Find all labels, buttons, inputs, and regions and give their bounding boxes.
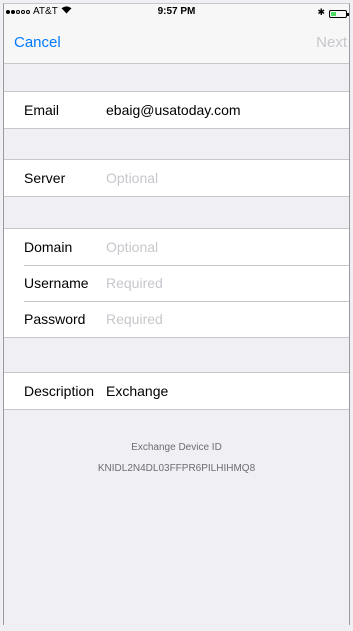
navigation-bar: Cancel Next [4,20,349,64]
domain-label: Domain [24,239,73,255]
cancel-button[interactable]: Cancel [14,34,61,51]
device-id-value: KNIDL2N4DL03FFPR6PILHIHMQ8 [97,463,256,474]
status-right: ✱ [317,4,349,20]
credentials-group: Domain Username Password [4,228,349,338]
description-row[interactable]: Description Exchange [4,373,349,409]
domain-field[interactable] [104,235,338,259]
password-label: Password [24,311,86,327]
description-group: Description Exchange [4,372,349,410]
email-row[interactable]: Email ebaig@usatoday.com [4,92,349,128]
status-time: 9:57 PM [157,6,196,17]
username-row[interactable]: Username [4,265,349,301]
password-field[interactable] [104,307,338,331]
phone-screen: AT&T 9:57 PM ✱ Cancel Next Email ebaig@u… [3,3,350,625]
description-value[interactable]: Exchange [106,383,168,399]
server-row[interactable]: Server [4,160,349,196]
description-label: Description [24,383,95,399]
password-row[interactable]: Password [4,301,349,337]
device-id-title: Exchange Device ID [131,442,222,453]
username-label: Username [24,275,89,291]
email-group: Email ebaig@usatoday.com [4,91,349,129]
server-field[interactable] [104,166,338,190]
username-field[interactable] [104,271,338,295]
status-bar: AT&T 9:57 PM ✱ [4,4,349,20]
battery-icon [329,10,349,18]
domain-row[interactable]: Domain [4,229,349,265]
server-label: Server [24,170,66,186]
next-button[interactable]: Next [316,34,347,51]
email-label: Email [24,102,60,118]
email-value[interactable]: ebaig@usatoday.com [106,102,241,118]
bluetooth-icon: ✱ [317,7,325,17]
server-group: Server [4,159,349,197]
